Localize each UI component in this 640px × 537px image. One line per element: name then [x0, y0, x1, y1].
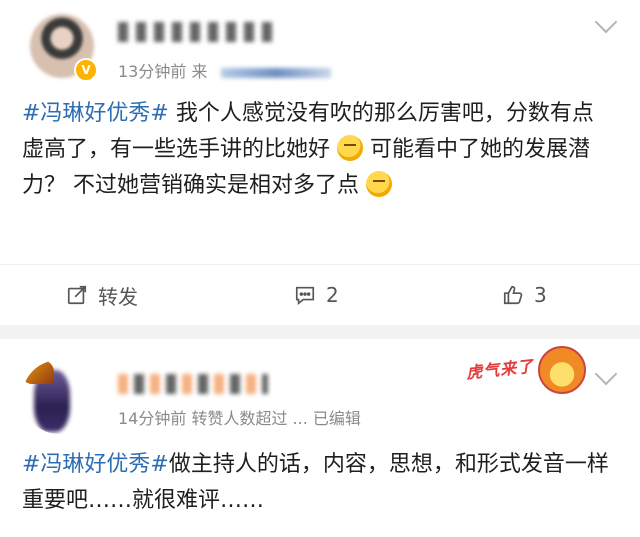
forward-button[interactable]: 转发: [66, 265, 138, 325]
comment-bubble-icon: [295, 286, 315, 305]
forward-edit-icon: [67, 285, 87, 305]
post-time: 14分钟前: [118, 409, 187, 428]
post-meta: 13分钟前 来: [118, 58, 331, 82]
post-extra: 转赞人数超过 ...: [191, 409, 308, 428]
verified-v-icon: V: [74, 58, 98, 82]
post-source-blurred: [220, 67, 331, 78]
forward-label: 转发: [98, 284, 138, 309]
username-blurred[interactable]: [118, 374, 268, 394]
post-content: #冯琳好优秀# 我个人感觉没有吹的那么厉害吧，分数有点虚高了，有一些选手讲的比她…: [22, 96, 612, 204]
like-count: 3: [534, 283, 547, 307]
hashtag-link[interactable]: #冯琳好优秀#: [22, 101, 169, 126]
thumbs-up-icon: [503, 285, 523, 305]
post-time: 13分钟前: [118, 62, 187, 81]
username-blurred[interactable]: [118, 22, 278, 42]
post-source-label: 来: [191, 62, 208, 81]
like-button[interactable]: 3: [502, 265, 547, 325]
post-meta: 14分钟前 转赞人数超过 ... 已编辑: [118, 405, 361, 429]
chevron-down-icon[interactable]: [594, 10, 618, 34]
comment-count: 2: [326, 283, 339, 307]
post-card: V 13分钟前 来 #冯琳好优秀# 我个人感觉没有吹的那么厉害吧，分数有点虚高了…: [0, 0, 640, 325]
tiger-year-badge[interactable]: 虎气来了: [465, 344, 586, 396]
avatar[interactable]: [22, 360, 96, 434]
post-action-bar: 转发 2 3: [0, 264, 640, 325]
post-edited: 已编辑: [312, 409, 361, 428]
post-content: #冯琳好优秀#做主持人的话，内容，思想，和形式发音一样重要吧……就很难评……: [22, 447, 612, 519]
thinking-face-emoji: [337, 135, 364, 161]
hashtag-link[interactable]: #冯琳好优秀#: [22, 452, 169, 477]
smirk-face-emoji: [366, 171, 392, 197]
badge-text: 虎气来了: [465, 356, 535, 383]
post-divider: [0, 325, 640, 339]
comment-button[interactable]: 2: [294, 265, 339, 325]
tiger-paw-icon: [538, 346, 586, 394]
